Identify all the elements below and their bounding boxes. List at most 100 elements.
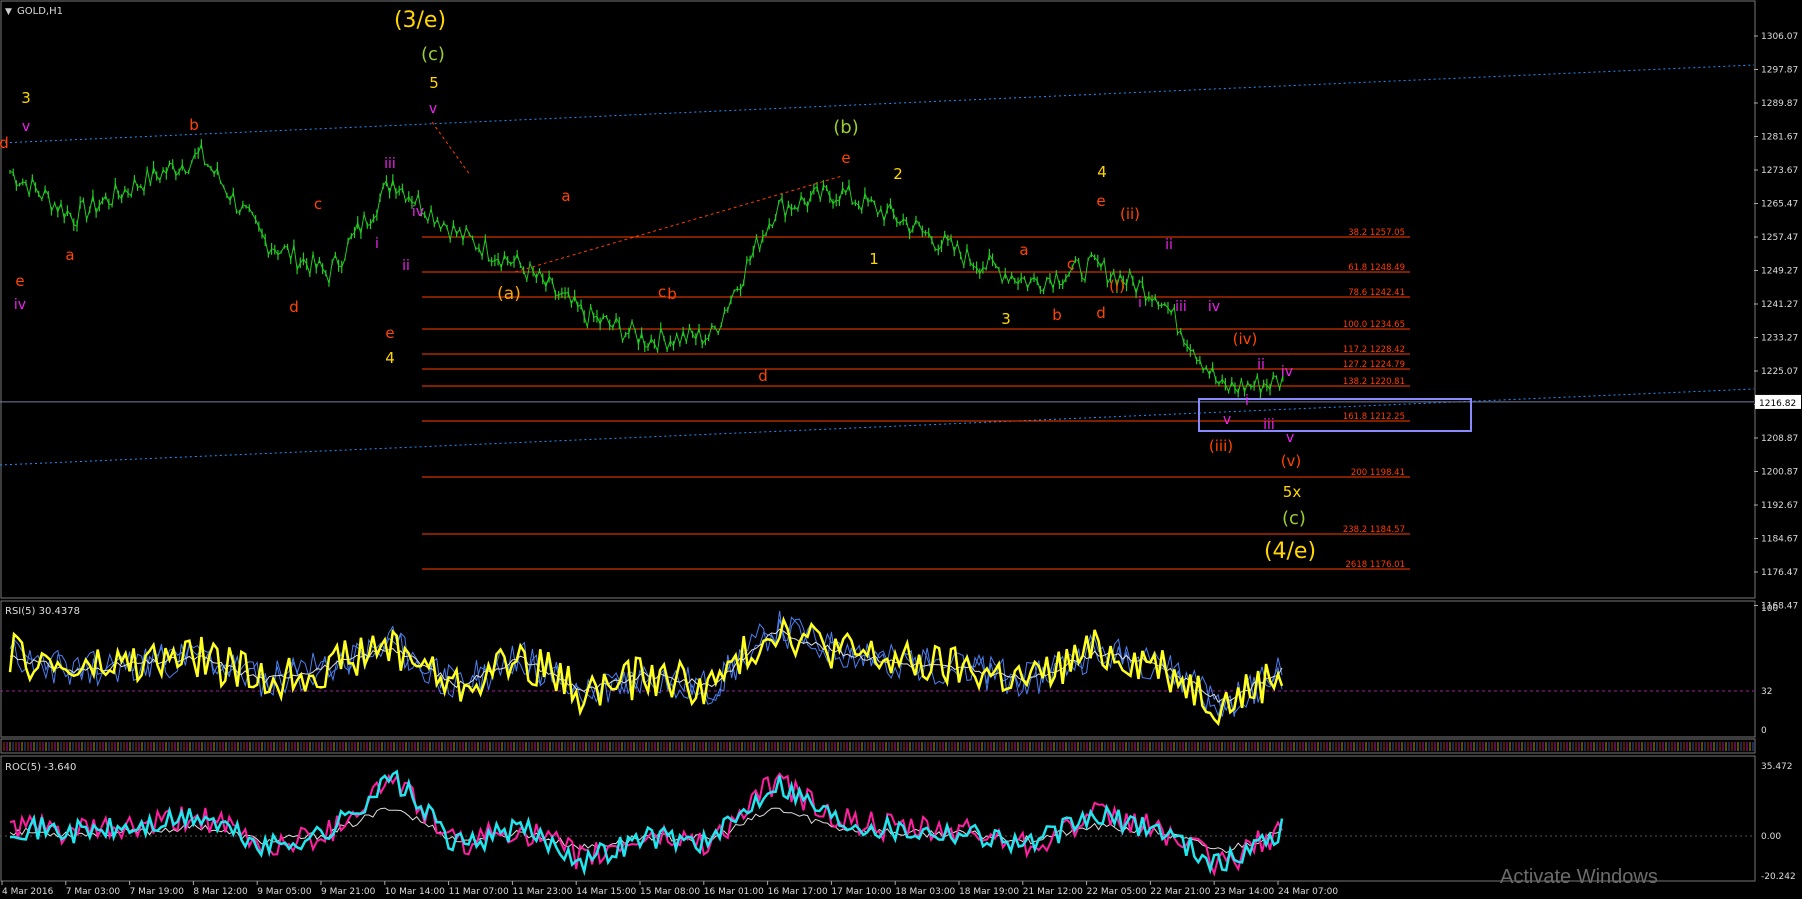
time-tick-label: 18 Mar 03:00 [895,887,955,897]
fib-label: 238.2 1184.57 [1343,525,1405,535]
wave-label: b [667,285,677,303]
price-tick-label: 1200.87 [1761,468,1798,478]
wave-label: d [0,134,9,152]
wave-label: c [658,283,666,301]
wave-label: b [189,116,199,134]
fib-label: 117.2 1228.42 [1343,345,1405,355]
wave-label: i [1138,295,1142,311]
wave-label: iii [1175,299,1187,315]
fib-label: 2618 1176.01 [1346,560,1405,570]
time-tick-label: 22 Mar 05:00 [1087,887,1147,897]
price-tick-label: 1249.27 [1761,267,1798,277]
wave-label: v [22,119,30,135]
wave-label: e [385,324,394,342]
wave-label: iv [14,297,26,313]
wave-label: d [758,367,768,385]
wave-label: v [1223,412,1231,428]
wave-label: v [429,101,437,117]
time-tick-label: 16 Mar 01:00 [704,887,764,897]
wave-label: e [15,272,24,290]
wave-label: a [65,246,74,264]
wave-label: a [1019,241,1028,259]
time-tick-label: 11 Mar 07:00 [449,887,509,897]
wave-label: i [1245,393,1249,409]
wave-label: a [561,187,570,205]
price-tick-label: 1281.67 [1761,133,1798,143]
time-tick-label: 18 Mar 19:00 [959,887,1019,897]
symbol-label: GOLD,H1 [17,6,63,17]
wave-label: (4/e) [1264,539,1316,564]
price-tick-label: 1176.47 [1761,568,1798,578]
time-tick-label: 9 Mar 21:00 [321,887,376,897]
price-tick-label: 1192.67 [1761,501,1798,511]
price-tick-label: 1241.27 [1761,300,1798,310]
dropdown-arrow-icon[interactable]: ▼ [5,7,12,17]
time-tick-label: 16 Mar 17:00 [768,887,828,897]
rsi-tick-label: 100 [1761,604,1778,614]
roc-tick-label: 0.00 [1761,832,1781,842]
wave-label: ii [1165,237,1173,253]
price-tick-label: 1297.87 [1761,66,1798,76]
wave-label: e [841,149,850,167]
fib-label: 78.6 1242.41 [1348,288,1405,298]
wave-label: 4 [385,349,395,367]
wave-label: 3 [21,89,31,107]
wave-label: c [314,195,322,213]
time-tick-label: 23 Mar 14:00 [1214,887,1274,897]
time-tick-label: 21 Mar 12:00 [1023,887,1083,897]
time-tick-label: 24 Mar 07:00 [1278,887,1338,897]
price-tick-label: 1184.67 [1761,535,1798,545]
time-tick-label: 8 Mar 12:00 [193,887,248,897]
wave-label: iv [1281,364,1293,380]
wave-label: (v) [1281,452,1302,470]
wave-label: iii [1263,417,1275,433]
chart-window: 38.2 1257.0561.8 1248.4978.6 1242.41100.… [0,0,1802,899]
current-price-label: 1216.82 [1759,399,1796,409]
time-tick-label: 10 Mar 14:00 [385,887,445,897]
wave-label: e [1096,192,1105,210]
wave-label: iv [412,204,424,220]
fib-label: 100.0 1234.65 [1343,320,1405,330]
time-tick-label: 15 Mar 08:00 [640,887,700,897]
time-tick-label: 7 Mar 03:00 [66,887,121,897]
roc-tick-label: 35.472 [1761,762,1793,772]
rsi-tick-label: 0 [1761,726,1767,736]
fib-label: 38.2 1257.05 [1348,228,1405,238]
wave-label: 2 [893,165,903,183]
time-tick-label: 9 Mar 05:00 [257,887,312,897]
wave-label: (iv) [1233,330,1258,348]
time-tick-label: 14 Mar 15:00 [576,887,636,897]
time-tick-label: 22 Mar 21:00 [1150,887,1210,897]
wave-label: b [1052,306,1062,324]
roc-label: ROC(5) -3.640 [5,762,76,773]
wave-label: (iii) [1209,437,1233,455]
wave-label: (b) [833,117,858,138]
wave-label: v [1286,430,1294,446]
wave-label: 5 [429,74,439,92]
rsi-tick-label: 32 [1761,687,1772,697]
wave-label: (c) [421,44,445,65]
wave-label: (3/e) [394,8,446,33]
fib-label: 200 1198.41 [1351,468,1405,478]
time-tick-label: 17 Mar 10:00 [831,887,891,897]
rsi-label: RSI(5) 30.4378 [5,606,80,617]
time-tick-label: 11 Mar 23:00 [512,887,572,897]
wave-label: 1 [869,250,879,268]
fib-label: 127.2 1224.79 [1343,360,1405,370]
time-tick-label: 7 Mar 19:00 [130,887,185,897]
wave-label: 5x [1283,483,1302,501]
wave-label: ii [1257,357,1265,373]
time-tick-label: 4 Mar 2016 [2,887,54,897]
wave-label: (ii) [1120,205,1140,223]
fib-label: 161.8 1212.25 [1343,412,1405,422]
price-tick-label: 1208.87 [1761,434,1798,444]
price-tick-label: 1233.27 [1761,334,1798,344]
wave-label: 4 [1097,163,1107,181]
roc-tick-label: -20.242 [1761,872,1796,882]
activate-windows-watermark: Activate Windows [1500,866,1658,888]
fib-label: 138.2 1220.81 [1343,377,1405,387]
price-tick-label: 1306.07 [1761,32,1798,42]
price-tick-label: 1225.07 [1761,367,1798,377]
price-tick-label: 1289.87 [1761,99,1798,109]
wave-label: d [289,298,299,316]
